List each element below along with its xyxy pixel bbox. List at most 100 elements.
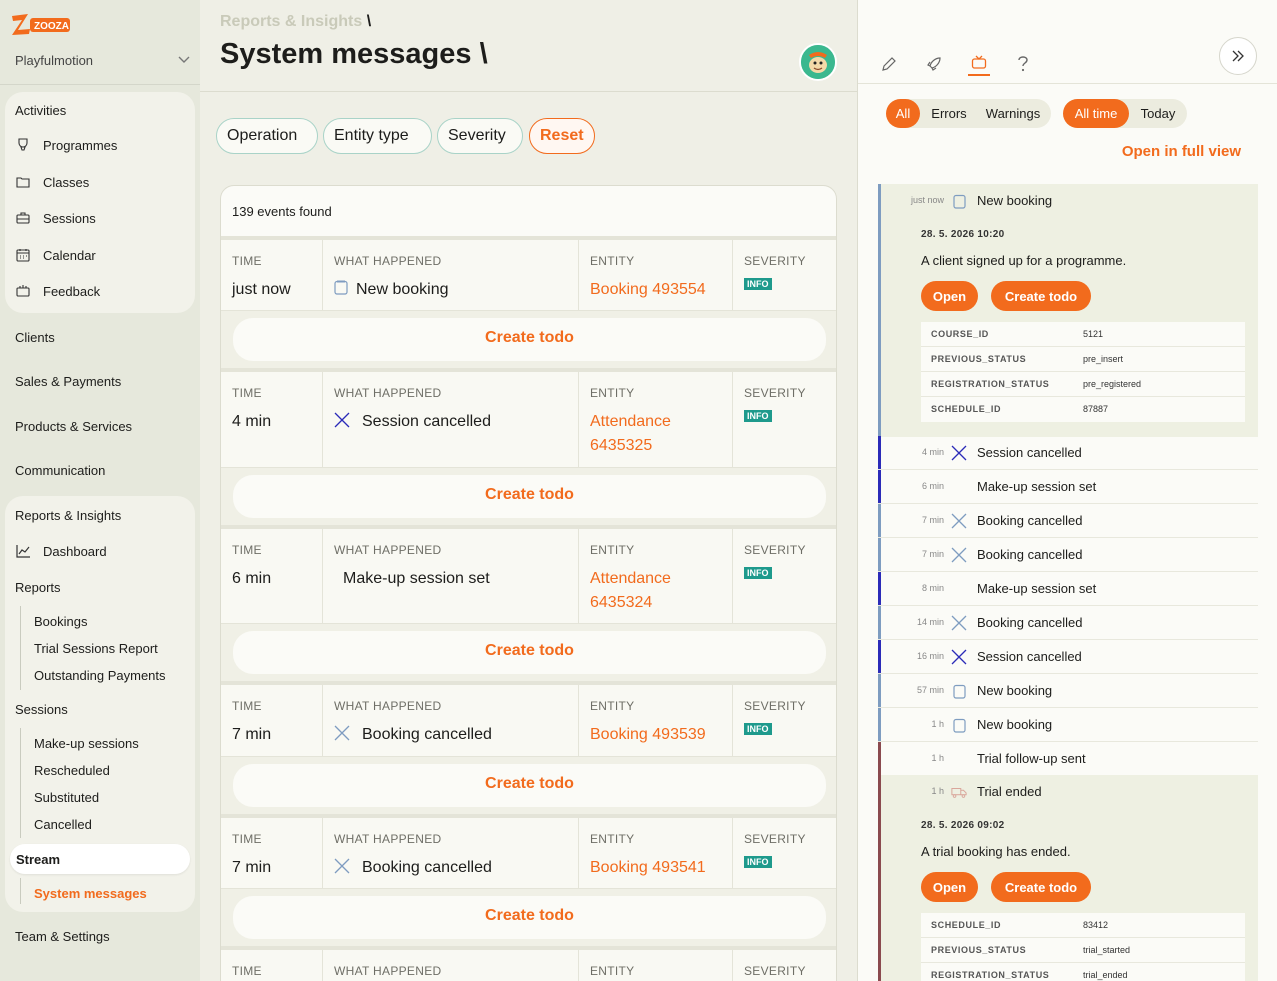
sidebar-item-sales-payments[interactable]: Sales & Payments [15,374,121,389]
list-item[interactable]: 14 min Booking cancelled [878,606,1258,640]
list-item[interactable]: 1 h Trial follow-up sent [878,742,1258,776]
time-cell: TIME 4 min [221,372,323,467]
zooza-logo[interactable]: ZOOZA [10,10,72,38]
list-item[interactable]: 16 min Session cancelled [878,640,1258,674]
sidebar-item-communication[interactable]: Communication [15,463,105,478]
create-todo-button[interactable]: Create todo [233,896,826,939]
tab-launch[interactable] [923,52,945,76]
sidebar-item-programmes[interactable]: Programmes [15,137,117,153]
create-todo-button[interactable]: Create todo [233,764,826,807]
event-label: Session cancelled [977,445,1082,460]
avatar[interactable] [799,43,837,81]
what-cell: WHAT HAPPENED Booking cancelled [323,818,579,888]
event-row: TIME WHAT HAPPENED ENTITY SEVERITY [221,946,836,981]
create-todo-button[interactable]: Create todo [233,318,826,361]
sidebar-item-sessions[interactable]: Sessions [15,210,96,226]
sidebar-item-stream[interactable]: Stream [10,844,190,874]
reports-subheading[interactable]: Reports [15,580,61,595]
todo-row: Create todo [221,889,836,946]
what-text: Session cancelled [362,413,491,430]
event-time: 16 min [916,651,944,661]
tab-help[interactable] [1012,52,1034,76]
sidebar-item-label: Feedback [43,283,101,299]
sidebar-item-trial-sessions-report[interactable]: Trial Sessions Report [34,641,158,656]
open-button[interactable]: Open [921,872,978,902]
entity-link[interactable]: Attendance 6435325 [590,410,720,458]
reset-button[interactable]: Reset [529,118,595,154]
event-details-table: COURSE_ID 5121 PREVIOUS_STATUS pre_insert … [921,322,1245,422]
entity-cell: ENTITY Booking 493539 [579,685,733,756]
column-header: WHAT HAPPENED [334,254,442,268]
event-time: 8 min [921,583,944,593]
create-todo-button[interactable]: Create todo [233,631,826,674]
org-switcher[interactable]: Playfulmotion [15,51,190,69]
create-todo-button[interactable]: Create todo [233,475,826,518]
breadcrumb-link[interactable]: Reports & Insights [220,13,362,30]
sessions-subheading[interactable]: Sessions [15,702,68,717]
tab-stream[interactable] [968,52,990,76]
list-item[interactable]: 7 min Booking cancelled [878,504,1258,538]
severity-filter[interactable]: Severity [437,118,523,154]
open-button[interactable]: Open [921,281,978,311]
filter-all-time[interactable]: All time [1063,99,1129,128]
entity-link[interactable]: Attendance 6435324 [590,567,720,615]
reports-heading[interactable]: Reports & Insights [15,508,121,523]
list-item[interactable]: 1 h Trial ended [878,775,1258,809]
list-item[interactable]: 8 min Make-up session set [878,572,1258,606]
todo-row: Create todo [221,757,836,814]
cross-icon [951,513,967,529]
event-color-bar [878,436,881,469]
sidebar-item-system-messages[interactable]: System messages [34,886,147,901]
collapse-panel-button[interactable] [1219,37,1257,75]
entity-link[interactable]: Booking 493541 [590,856,706,880]
list-item[interactable]: 1 h New booking [878,708,1258,742]
create-todo-button[interactable]: Create todo [991,872,1091,902]
filter-warnings[interactable]: Warnings [978,99,1048,128]
operation-filter[interactable]: Operation [216,118,318,154]
time-value: just now [232,281,291,298]
todo-row: Create todo [221,311,836,368]
entity-link[interactable]: Booking 493554 [590,278,706,302]
list-item[interactable]: 4 min Session cancelled [878,436,1258,470]
severity-badge: INFO [744,278,772,290]
tv-icon [971,55,987,69]
open-full-view-link[interactable]: Open in full view [1122,143,1241,160]
time-cell: TIME just now [221,240,323,310]
entity-cell: ENTITY Attendance 6435324 [579,529,733,623]
sidebar-item-team-settings[interactable]: Team & Settings [15,929,110,944]
org-name: Playfulmotion [15,52,94,68]
expanded-event: 1 h Trial ended 28. 5. 2026 09:02 A tria… [878,775,1258,981]
calendar-icon [15,247,31,263]
entity-type-filter[interactable]: Entity type [323,118,432,154]
time-cell: TIME [221,950,323,981]
list-item[interactable]: just now New booking [878,184,1258,218]
sidebar-item-clients[interactable]: Clients [15,330,55,345]
event-description: A client signed up for a programme. [921,253,1127,268]
sidebar-item-substituted[interactable]: Substituted [34,790,99,805]
entity-link[interactable]: Booking 493539 [590,723,706,747]
filter-all[interactable]: All [886,99,920,128]
sidebar-item-classes[interactable]: Classes [15,174,89,190]
time-cell: TIME 7 min [221,685,323,756]
create-todo-button[interactable]: Create todo [991,281,1091,311]
sidebar-item-bookings[interactable]: Bookings [34,614,87,629]
detail-key: PREVIOUS_STATUS [931,354,1027,364]
list-item[interactable]: 7 min Booking cancelled [878,538,1258,572]
filter-errors[interactable]: Errors [924,99,974,128]
severity-cell: SEVERITY INFO [733,240,836,310]
sidebar-item-make-up-sessions[interactable]: Make-up sessions [34,736,139,751]
detail-key: REGISTRATION_STATUS [931,970,1050,980]
tab-edit[interactable] [878,52,900,76]
list-item[interactable]: 57 min New booking [878,674,1258,708]
sidebar-item-calendar[interactable]: Calendar [15,247,96,263]
filter-today[interactable]: Today [1133,99,1183,128]
sidebar-item-products-services[interactable]: Products & Services [15,419,132,434]
sidebar-item-cancelled[interactable]: Cancelled [34,817,92,832]
sidebar-item-feedback[interactable]: Feedback [15,283,100,299]
sidebar-item-rescheduled[interactable]: Rescheduled [34,763,110,778]
sidebar-item-outstanding-payments[interactable]: Outstanding Payments [34,668,166,683]
question-icon [1018,56,1028,72]
sidebar-item-dashboard[interactable]: Dashboard [15,543,107,559]
list-item[interactable]: 6 min Make-up session set [878,470,1258,504]
severity-badge: INFO [744,410,772,422]
